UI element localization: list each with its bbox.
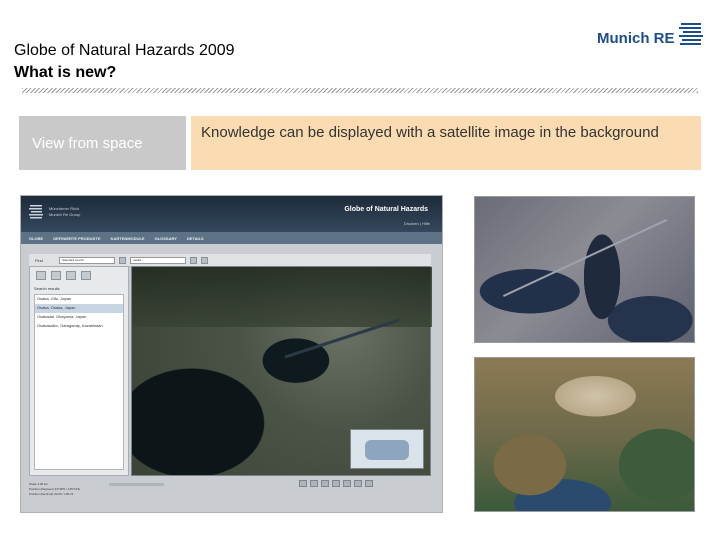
results-list: Osaka, Gifu, Japan Osaka, Osaka, Japan O… [34,294,124,470]
app-title: Globe of Natural Hazards [344,206,428,213]
section-description: Knowledge can be displayed with a satell… [191,116,701,170]
app-header: Münchener Rück Munich Re Group Globe of … [21,196,442,232]
nav-item-map-modules[interactable]: KARTENMODULE [111,236,145,241]
satellite-thumbnail-city [474,196,695,343]
results-heading: Search results [34,286,60,291]
list-item[interactable]: Osakasaiko, Garagandy, Kazakhstan [35,322,123,331]
panel-tabs [30,267,128,284]
tab-tools-icon[interactable] [81,271,91,280]
thumbnail-road [503,219,667,297]
tab-image-icon[interactable] [66,271,76,280]
logo-text: Munich RE [597,29,675,47]
tab-layers-icon[interactable] [36,271,46,280]
map-statusbar: Scale 1:25 km Position (Degrees) 34°38'N… [29,482,80,496]
print-icon[interactable] [354,480,362,487]
nav-item-glossary[interactable]: GLOSSARY [155,236,177,241]
slide-title: Globe of Natural Hazards 2009 What is ne… [14,40,235,84]
find-toolbar: Find Standard search osaka [29,254,431,266]
search-type-select[interactable]: Standard search [59,256,115,264]
measure-icon[interactable] [332,480,340,487]
satellite-map-view[interactable] [131,266,432,476]
app-logo-text: Münchener Rück Munich Re Group [49,206,81,217]
zoom-in-icon[interactable] [310,480,318,487]
slide-title-line1: Globe of Natural Hazards 2009 [14,42,235,59]
pan-icon[interactable] [299,480,307,487]
list-item[interactable]: Osaka, Gifu, Japan [35,295,123,304]
tab-edit-icon[interactable] [51,271,61,280]
section-label: View from space [19,116,186,170]
app-logo-icon [29,205,43,219]
slide-title-line2: What is new? [14,64,117,81]
results-panel: Search results Osaka, Gifu, Japan Osaka,… [29,266,129,476]
divider-hatch [22,88,698,93]
map-tools [299,480,373,487]
map-mountains [132,267,432,327]
zoom-slider[interactable] [109,483,164,486]
overview-minimap[interactable] [350,429,424,469]
list-item-selected[interactable]: Osaka, Osaka, Japan [35,304,123,313]
app-nav: GLOBE DEFINIERTE PRODUKTE KARTENMODULE G… [21,232,442,244]
munich-re-logo-icon [678,23,703,45]
search-type-button[interactable] [119,256,126,264]
find-label: Find [35,257,43,263]
nav-item-products[interactable]: DEFINIERTE PRODUKTE [53,236,100,241]
munich-re-logo: Munich RE [597,22,703,48]
minimap-land [365,440,409,460]
nav-item-globe[interactable]: GLOBE [29,236,43,241]
search-input[interactable]: osaka [130,256,186,264]
app-header-links[interactable]: Drucken | Hilfe [404,221,430,226]
search-icon[interactable] [190,256,197,264]
list-item[interactable]: Osakadai, Okayama, Japan [35,313,123,322]
satellite-thumbnail-region [474,357,695,512]
info-icon[interactable] [343,480,351,487]
nav-item-details[interactable]: DETAILS [187,236,204,241]
zoom-out-icon[interactable] [321,480,329,487]
app-screenshot: Münchener Rück Munich Re Group Globe of … [20,195,443,513]
app-body: Find Standard search osaka Search result… [21,244,442,512]
home-icon[interactable] [365,480,373,487]
zoom-icon[interactable] [201,256,208,264]
